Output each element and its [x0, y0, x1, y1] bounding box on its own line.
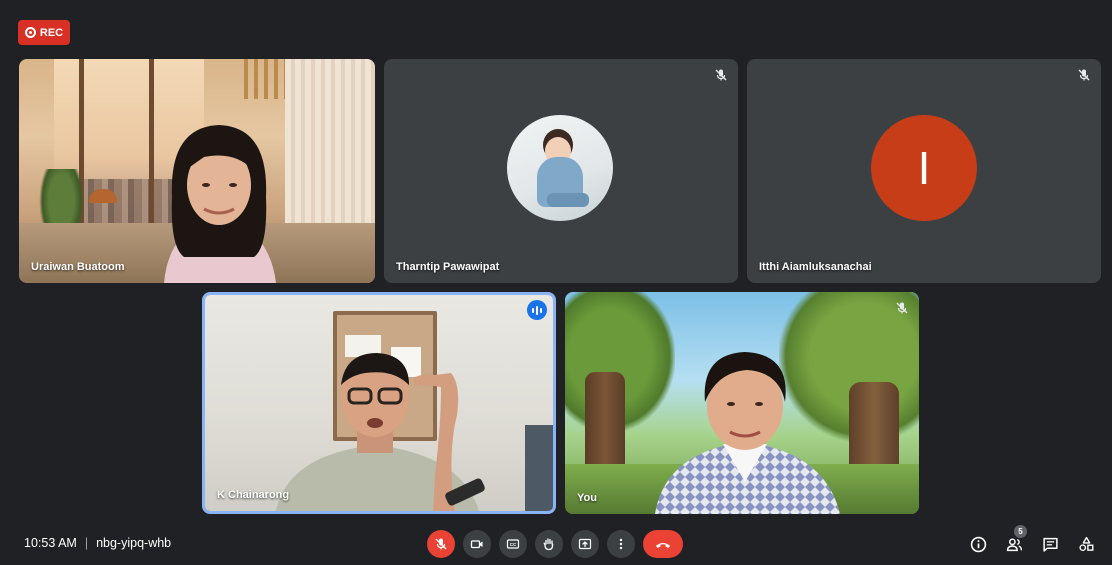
participant-name: Tharntip Pawawipat [396, 261, 500, 273]
raise-hand-icon [543, 538, 554, 551]
participant-name: Uraiwan Buatoom [31, 261, 125, 273]
present-screen-icon [578, 538, 592, 550]
activities-button[interactable] [1076, 534, 1096, 554]
participant-video-chainarong [275, 353, 485, 511]
recording-label: REC [39, 26, 64, 39]
activities-icon [1078, 536, 1093, 551]
meeting-time: 10:53 AM [24, 536, 77, 550]
mic-off-icon [1078, 69, 1090, 81]
camera-toggle-button[interactable] [463, 530, 491, 558]
leave-call-button[interactable] [643, 530, 683, 558]
recording-badge[interactable]: REC [18, 20, 70, 45]
participant-tile-chainarong[interactable]: K Chainarong [202, 292, 556, 514]
participant-tile-you[interactable]: You [565, 292, 919, 514]
chat-button[interactable] [1040, 534, 1060, 554]
speaking-indicator-icon [527, 300, 547, 320]
participant-tile-tharntip[interactable]: Tharntip Pawawipat [384, 59, 738, 283]
call-controls: CC [427, 529, 683, 559]
participant-tile-itthi[interactable]: I Itthi Aiamluksanachai [747, 59, 1101, 283]
participants-count-badge: 5 [1014, 525, 1027, 538]
captions-icon: CC [506, 539, 520, 549]
svg-text:CC: CC [510, 542, 517, 547]
meeting-details-button[interactable] [968, 534, 988, 554]
people-icon [1006, 537, 1022, 551]
participant-tile-uraiwan[interactable]: Uraiwan Buatoom [19, 59, 375, 283]
meeting-info-separator: | [84, 536, 89, 550]
microphone-toggle-button[interactable] [427, 530, 455, 558]
captions-button[interactable]: CC [499, 530, 527, 558]
present-screen-button[interactable] [571, 530, 599, 558]
meeting-code: nbg-yipq-whb [96, 536, 172, 550]
info-icon [970, 536, 986, 552]
more-options-button[interactable] [607, 530, 635, 558]
avatar-photo [507, 115, 613, 221]
meeting-stage: REC Uraiwan Buatoom Tharntip Pawawipat I… [0, 0, 1112, 565]
more-options-icon [619, 538, 623, 550]
camera-icon [470, 540, 483, 549]
mic-off-icon [896, 302, 908, 314]
raise-hand-button[interactable] [535, 530, 563, 558]
mic-off-icon [715, 69, 727, 81]
people-button[interactable]: 5 [1004, 525, 1027, 554]
participant-video-you [655, 352, 840, 514]
hang-up-icon [655, 543, 671, 548]
participant-video-uraiwan [164, 125, 276, 283]
participant-name: Itthi Aiamluksanachai [759, 261, 872, 273]
record-icon [24, 27, 36, 38]
participant-name: You [577, 492, 597, 504]
meeting-info: 10:53 AM | nbg-yipq-whb [24, 536, 171, 550]
avatar-letter: I [871, 115, 977, 221]
participant-name: K Chainarong [217, 489, 290, 501]
side-tools: 5 [968, 525, 1096, 556]
mic-off-icon [435, 538, 447, 550]
chat-icon [1042, 537, 1058, 552]
